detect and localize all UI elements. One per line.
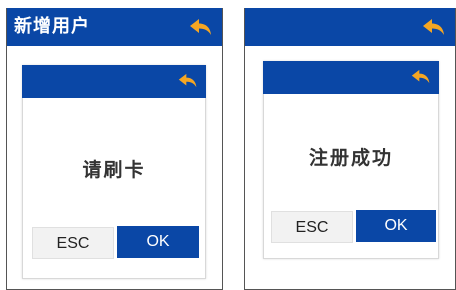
dialog-header: [22, 65, 206, 98]
title-bar: [245, 8, 455, 46]
esc-button[interactable]: ESC: [271, 211, 353, 243]
dialog-message: 请刷卡: [82, 159, 146, 181]
page-title: 新增用户: [14, 16, 90, 37]
esc-button[interactable]: ESC: [32, 227, 114, 259]
back-arrow-icon[interactable]: [411, 69, 431, 84]
back-arrow-icon[interactable]: [422, 18, 446, 36]
ok-button[interactable]: OK: [117, 226, 199, 258]
right-screen: 注册成功 ESC OK: [244, 8, 456, 290]
dialog-header: [263, 61, 439, 94]
swipe-card-dialog: 请刷卡 ESC OK: [22, 65, 206, 279]
back-arrow-icon[interactable]: [189, 18, 213, 36]
ok-button[interactable]: OK: [356, 210, 436, 242]
back-arrow-icon[interactable]: [178, 73, 198, 88]
dialog-message: 注册成功: [308, 147, 393, 169]
register-success-dialog: 注册成功 ESC OK: [263, 61, 439, 259]
left-screen: 新增用户 请刷卡 ESC OK: [6, 8, 223, 290]
title-bar: 新增用户: [7, 8, 222, 46]
